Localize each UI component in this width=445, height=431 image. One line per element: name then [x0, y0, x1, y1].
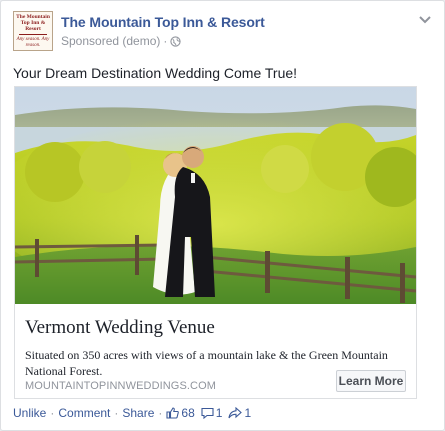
header-info: The Mountain Top Inn & Resort Sponsored … [61, 11, 265, 57]
link-image[interactable] [15, 87, 416, 304]
share-icon [228, 407, 243, 419]
post-message: Your Dream Destination Wedding Come True… [13, 65, 298, 81]
learn-more-button[interactable]: Learn More [336, 370, 406, 392]
action-separator: · [50, 406, 55, 420]
likes-count: 68 [181, 406, 195, 420]
comment-icon [201, 407, 214, 419]
globe-icon[interactable] [170, 35, 182, 47]
likes-stat[interactable]: 68 [166, 406, 195, 420]
sponsored-label[interactable]: Sponsored (demo) [61, 34, 160, 48]
link-body: Vermont Wedding Venue Situated on 350 ac… [15, 304, 416, 398]
sponsored-line: Sponsored (demo) · [61, 34, 265, 48]
link-title[interactable]: Vermont Wedding Venue [25, 317, 215, 339]
shares-stat[interactable]: 1 [228, 406, 251, 420]
logo-wordmark: The Mountain Top Inn & Resort [16, 14, 50, 32]
action-separator: · [114, 406, 119, 420]
share-link[interactable]: Share [122, 406, 154, 420]
shares-count: 1 [244, 406, 252, 420]
comments-count: 1 [215, 406, 223, 420]
post-header: The Mountain Top Inn & Resort Any season… [13, 11, 265, 57]
logo-tagline: Any season. Any reason. [16, 37, 50, 48]
chevron-down-icon[interactable] [418, 15, 432, 25]
action-separator: · [158, 406, 163, 420]
logo-rule [19, 34, 47, 35]
page-logo[interactable]: The Mountain Top Inn & Resort Any season… [13, 11, 53, 51]
thumbs-up-icon [166, 407, 180, 419]
page-name-link[interactable]: The Mountain Top Inn & Resort [61, 14, 265, 30]
action-bar: Unlike · Comment · Share · 68 1 1 [13, 406, 251, 420]
post-card: The Mountain Top Inn & Resort Any season… [0, 0, 445, 431]
meta-separator: · [163, 34, 168, 48]
unlike-link[interactable]: Unlike [13, 406, 46, 420]
comment-link[interactable]: Comment [58, 406, 110, 420]
link-domain: MOUNTAINTOPINNWEDDINGS.COM [25, 380, 217, 392]
link-preview[interactable]: Vermont Wedding Venue Situated on 350 ac… [14, 86, 417, 399]
comments-stat[interactable]: 1 [201, 406, 223, 420]
